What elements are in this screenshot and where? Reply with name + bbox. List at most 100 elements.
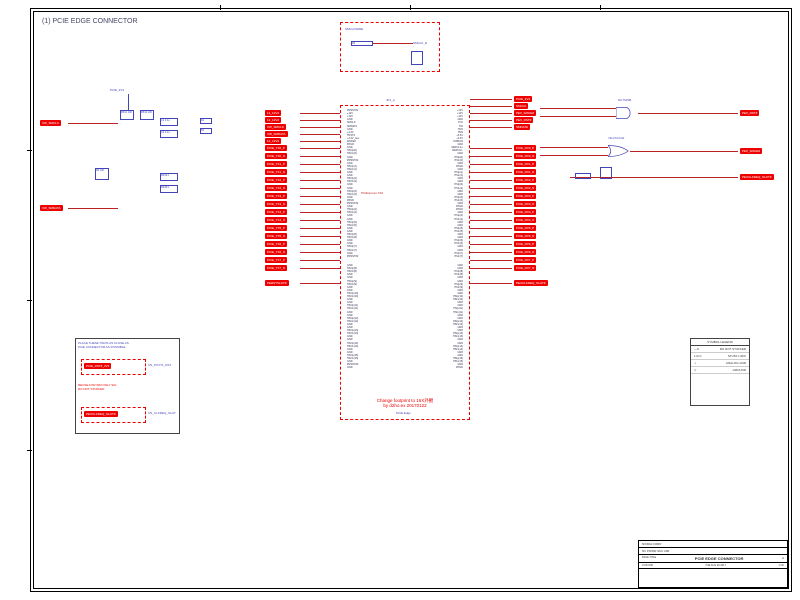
net-tag: PCIE_TX4_P <box>265 209 287 215</box>
net-tag: PCIE_TX4_N <box>265 217 287 223</box>
net-tag: PCIE_RX2_P <box>514 177 536 183</box>
port-tag: XW_SMDATA <box>40 205 63 211</box>
net-tag: 12_12V2 <box>265 117 281 123</box>
net-line <box>300 134 340 135</box>
net-line <box>470 148 512 149</box>
net-line <box>470 283 512 284</box>
net-tag: PCIE_RX7_N <box>514 265 536 271</box>
net-line <box>470 196 512 197</box>
edge-tick <box>600 5 601 10</box>
net-tag: PCIE_TX7_N <box>265 265 287 271</box>
net-line <box>300 127 340 128</box>
r648: R648 0 <box>160 185 178 193</box>
net-line <box>470 164 512 165</box>
tb-project: NV PG500 SKU 200 <box>642 549 669 553</box>
cap-c1: C1 0.1u <box>160 118 178 126</box>
net-line <box>470 252 512 253</box>
net-line <box>470 156 512 157</box>
net-tag: 12_12V2 <box>265 110 281 116</box>
net-line <box>470 268 512 269</box>
net <box>540 155 608 156</box>
net-line <box>470 260 512 261</box>
tb-page: PCIE EDGE CONNECTOR <box>695 556 744 561</box>
net-tag: PCIE_RX5_N <box>514 233 536 239</box>
port-tag: PEXCLKREQ_SLOT# <box>740 174 774 180</box>
legend-row: ⊥ANALOG GND <box>691 360 749 367</box>
net-line <box>470 99 512 100</box>
net-line <box>300 228 340 229</box>
net <box>540 147 608 148</box>
pin-label: PRSNT#2 <box>345 255 360 258</box>
edge-tick <box>410 5 411 10</box>
net-tag: PCIE_TX1_P <box>265 161 287 167</box>
net <box>540 116 616 117</box>
net-line <box>300 113 340 114</box>
port-tag: XW_SMCLK <box>40 120 61 126</box>
net-tag: PCIE_TX3_N <box>265 201 287 207</box>
net-tag: PEXCLKREQ_SLOT# <box>514 280 548 286</box>
port-tag: PEX_RST# <box>740 110 759 116</box>
net-line <box>300 212 340 213</box>
net-line <box>300 141 340 142</box>
net-tag: PEX_RST# <box>514 117 533 123</box>
net-line <box>300 172 340 173</box>
power-label: PCIE_3V3 <box>110 88 124 92</box>
conn-label: CN_PCVT1_RST <box>148 363 171 367</box>
edge-tick <box>220 5 221 10</box>
net-tag: PCIE_TX7_P <box>265 257 287 263</box>
net-tag: PCIE_RX3_N <box>514 201 536 207</box>
refdes: JP1_A <box>386 98 395 102</box>
net-line <box>300 220 340 221</box>
r1: R1 <box>200 118 212 124</box>
net-tag: PCIE_RX0_N <box>514 153 536 159</box>
cap-gnd <box>411 51 423 65</box>
net <box>570 177 738 178</box>
net-line <box>300 120 340 121</box>
net-tag: XW_SMCLK <box>265 124 286 130</box>
tb-sheet: 1 OF <box>778 564 784 567</box>
net-line <box>470 188 512 189</box>
net-tag: PCIE_TX6_N <box>265 249 287 255</box>
section-label: PCIE Edge <box>396 411 411 415</box>
r2: R2 <box>200 128 212 134</box>
inline-r <box>575 173 591 179</box>
net-line <box>300 164 340 165</box>
net-tag: PCIE_3V3 <box>514 96 532 102</box>
resistor-r4: R4 <box>351 41 373 46</box>
edge-tick <box>27 150 32 151</box>
port-tag: PEXCLKREQ_SLOT# <box>84 411 118 417</box>
title-block: NVIDIA CORP. NV PG500 SKU 200 PAGE TITLE… <box>638 540 788 588</box>
net-line <box>300 188 340 189</box>
port-tag: PCIE_RST#_3V3 <box>84 363 111 369</box>
port-tag: PEX_WAKE# <box>740 148 762 154</box>
net-line <box>373 43 413 44</box>
net-tag: SMCLK <box>514 103 528 109</box>
net-tag: PCIE_TX2_P <box>265 177 287 183</box>
net-tag: PCIE_TX5_N <box>265 233 287 239</box>
or-gate-u2 <box>608 143 630 159</box>
net-tag: PCIE_RX1_N <box>514 169 536 175</box>
tb-rev: A <box>782 556 784 561</box>
r542: R542 10K <box>140 110 154 120</box>
gate-ref: 74LVC1G32 <box>608 136 624 140</box>
net <box>68 123 118 124</box>
net-line <box>300 260 340 261</box>
net-line <box>470 106 512 107</box>
edge-tick <box>27 450 32 451</box>
net-line <box>470 113 512 114</box>
net-line <box>300 148 340 149</box>
r6: R6 10K <box>95 168 109 180</box>
net-tag: PCIE_TX0_N <box>265 153 287 159</box>
page-title: (1) PCIE EDGE CONNECTOR <box>42 18 138 25</box>
net-tag: PCIE_TX2_N <box>265 185 287 191</box>
r649: R649 0 <box>160 173 178 181</box>
net-label: SMCLK_R <box>413 41 427 45</box>
legend-row: L,R,CSTUFF L/R/C <box>691 353 749 360</box>
net-tag: PCIE_RX2_N <box>514 185 536 191</box>
pcie-connector-symbol: JP1_A PCIExpress X16 PCIE Edge PRSNT#1+1… <box>340 105 470 420</box>
net <box>638 113 738 114</box>
note-l1: Change footprint to 16X外觀 <box>377 398 434 403</box>
part-name: PCIExpress X16 <box>361 191 383 195</box>
net-tag: PERSTSLOT# <box>265 280 289 286</box>
net <box>68 208 118 209</box>
